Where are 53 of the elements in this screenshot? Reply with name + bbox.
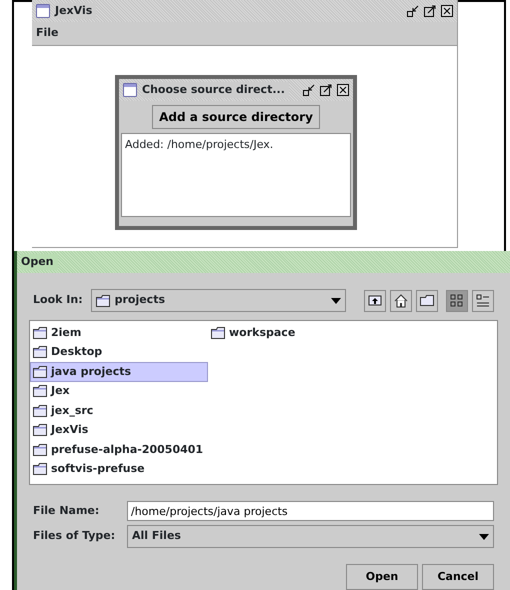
window-icon <box>123 83 137 97</box>
file-type-dropdown[interactable]: All Files <box>127 525 494 548</box>
window-icon <box>36 4 50 18</box>
dialog-button[interactable]: Open <box>346 564 418 590</box>
folder-item[interactable]: java projects <box>30 362 208 382</box>
minimize-icon[interactable] <box>407 5 419 17</box>
toolbar-button[interactable] <box>472 290 494 312</box>
folder-icon <box>33 404 48 417</box>
toolbar-button[interactable] <box>446 290 468 312</box>
folder-item[interactable]: prefuse-alpha-20050401 <box>30 440 208 460</box>
folder-icon <box>33 366 48 378</box>
folder-icon <box>33 463 48 476</box>
log-text: Added: /home/projects/Jex. <box>121 133 351 217</box>
folder-item[interactable]: JexVis <box>30 420 208 440</box>
file-name-field[interactable]: /home/projects/java projects <box>127 501 494 521</box>
up-folder-icon <box>367 292 383 308</box>
folder-icon <box>33 346 48 358</box>
close-icon[interactable] <box>441 5 453 17</box>
list-view-icon <box>449 292 465 308</box>
dialog-button[interactable]: Cancel <box>422 564 494 590</box>
caret-icon <box>330 298 341 304</box>
new-folder-icon <box>419 292 435 308</box>
details-view-icon <box>475 292 491 308</box>
caret-icon <box>479 534 489 540</box>
look-in-dropdown[interactable]: projects <box>90 289 346 312</box>
window-title: JexVis <box>55 2 96 20</box>
toolbar-button[interactable] <box>364 290 386 312</box>
file-name-label: File Name: <box>33 502 100 519</box>
close-icon[interactable] <box>337 84 349 96</box>
folder-icon <box>33 385 48 398</box>
maximize-icon[interactable] <box>424 5 436 17</box>
folder-item[interactable]: Desktop <box>30 342 208 362</box>
home-icon <box>393 292 409 308</box>
folder-item[interactable]: workspace <box>208 323 497 342</box>
toolbar-button[interactable] <box>390 290 412 312</box>
folder-icon <box>33 424 48 436</box>
dialog-title: Open <box>21 254 58 270</box>
add-directory-button[interactable]: Add a source directory <box>152 105 320 129</box>
folder-item[interactable]: 2iem <box>30 323 208 342</box>
menu-item[interactable]: File <box>36 25 59 42</box>
folder-icon <box>33 444 48 456</box>
look-in-label: Look In: <box>33 292 83 308</box>
minimize-icon[interactable] <box>303 84 315 96</box>
maximize-icon[interactable] <box>320 84 332 96</box>
toolbar-button[interactable] <box>416 290 438 312</box>
folder-icon <box>96 294 111 306</box>
folder-item[interactable]: softvis-prefuse <box>30 460 208 479</box>
file-type-label: Files of Type: <box>33 528 116 544</box>
folder-icon <box>211 326 226 339</box>
dialog-title: Choose source direct... <box>142 82 289 98</box>
folder-item[interactable]: jex_src <box>30 401 208 420</box>
folder-item[interactable]: Jex <box>30 382 208 401</box>
folder-icon <box>33 326 48 339</box>
